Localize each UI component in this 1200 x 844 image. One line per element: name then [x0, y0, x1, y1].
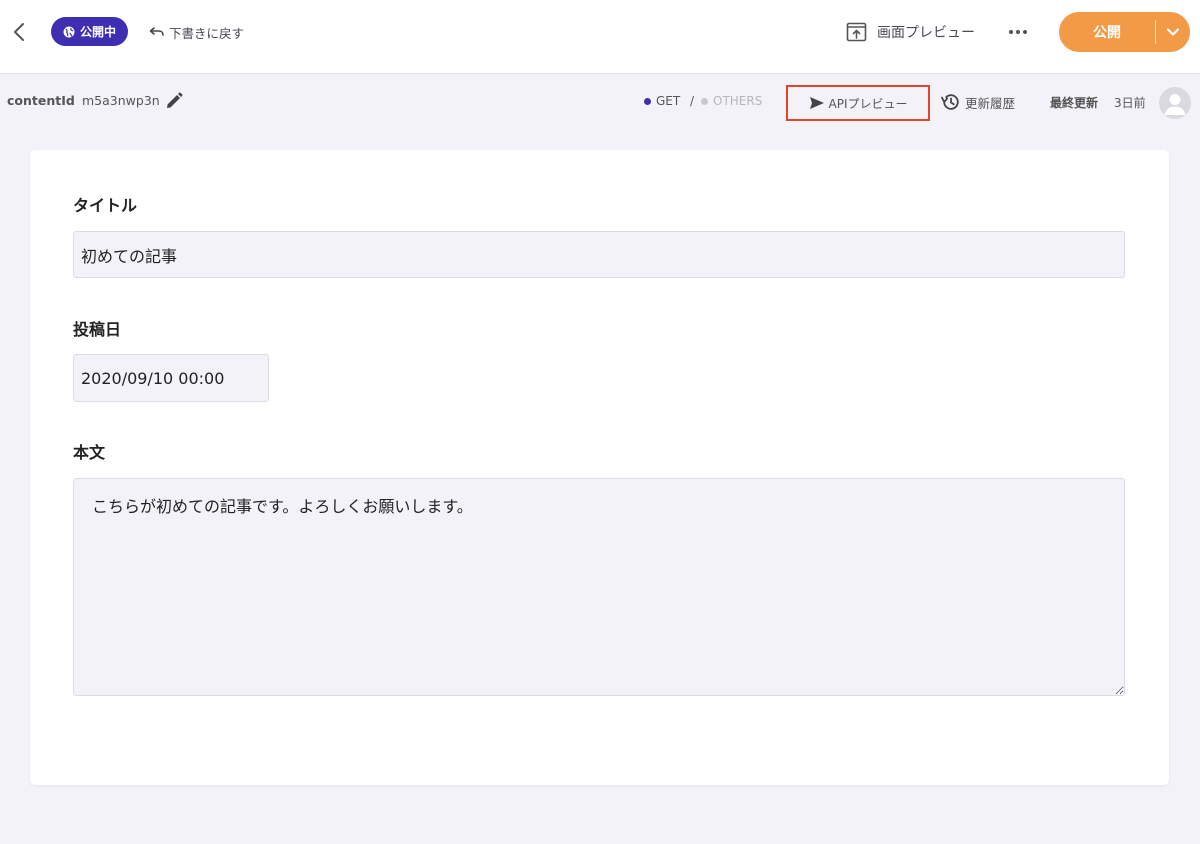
chevron-down-icon [1166, 28, 1180, 36]
globe-icon [63, 26, 75, 37]
publish-button-group: 公開 [1059, 12, 1190, 52]
more-horizontal-icon-dot [1023, 30, 1027, 34]
history-label: 更新履歴 [965, 95, 1016, 111]
revert-label: 下書きに戻す [169, 25, 245, 41]
method-get-label: GET [656, 94, 681, 108]
preview-window-icon [846, 22, 867, 42]
user-avatar-icon [1164, 94, 1186, 115]
active-dot-icon [644, 97, 651, 105]
undo-icon [149, 27, 164, 36]
edit-content-id-button[interactable] [164, 91, 184, 111]
publish-button[interactable]: 公開 [1059, 12, 1155, 52]
screen-preview-button[interactable]: 画面プレビュー [846, 20, 975, 44]
body-textarea[interactable]: こちらが初めての記事です。よろしくお願いします。 [73, 478, 1125, 696]
status-badge: 公開中 [51, 17, 128, 46]
inactive-dot-icon [701, 97, 708, 105]
screen-preview-label: 画面プレビュー [877, 25, 975, 41]
date-field-label: 投稿日 [73, 320, 122, 339]
method-others-label: OTHERS [713, 94, 763, 108]
top-bar: 公開中 下書きに戻す 画面プレビュー 公開 [0, 0, 1200, 74]
last-updated-label: 最終更新 [1050, 96, 1099, 110]
more-horizontal-icon-dot [1009, 30, 1013, 34]
revert-to-draft-button[interactable]: 下書きに戻す [149, 22, 244, 42]
content-id-label: contentId [7, 93, 75, 108]
date-input[interactable] [73, 354, 269, 402]
content-id-value: m5a3nwp3n [82, 93, 160, 108]
status-badge-label: 公開中 [79, 25, 116, 39]
title-input[interactable] [73, 231, 1125, 278]
more-options-button[interactable] [1004, 20, 1032, 44]
title-field-label: タイトル [73, 196, 138, 215]
api-preview-label: APIプレビュー [828, 96, 908, 111]
content-meta-bar: contentId m5a3nwp3n GET / OTHERS APIプレビュ… [0, 75, 1200, 127]
avatar[interactable] [1159, 87, 1191, 119]
more-horizontal-icon-dot [1016, 30, 1020, 34]
update-history-button[interactable]: 更新履歴 [940, 91, 1015, 113]
publish-options-dropdown[interactable] [1156, 12, 1190, 52]
chevron-left-icon [14, 23, 24, 41]
method-separator: / [690, 94, 695, 108]
back-button[interactable] [6, 18, 32, 46]
pencil-icon [167, 92, 183, 108]
last-updated-value: 3日前 [1114, 96, 1146, 110]
api-preview-button[interactable]: APIプレビュー [786, 85, 930, 121]
method-get-toggle[interactable]: GET [644, 94, 680, 108]
method-others-toggle[interactable]: OTHERS [701, 94, 762, 108]
body-field-label: 本文 [73, 443, 106, 462]
content-editor-card: タイトル 投稿日 本文 こちらが初めての記事です。よろしくお願いします。 [30, 150, 1169, 785]
history-icon [941, 94, 959, 110]
send-icon [809, 97, 824, 109]
